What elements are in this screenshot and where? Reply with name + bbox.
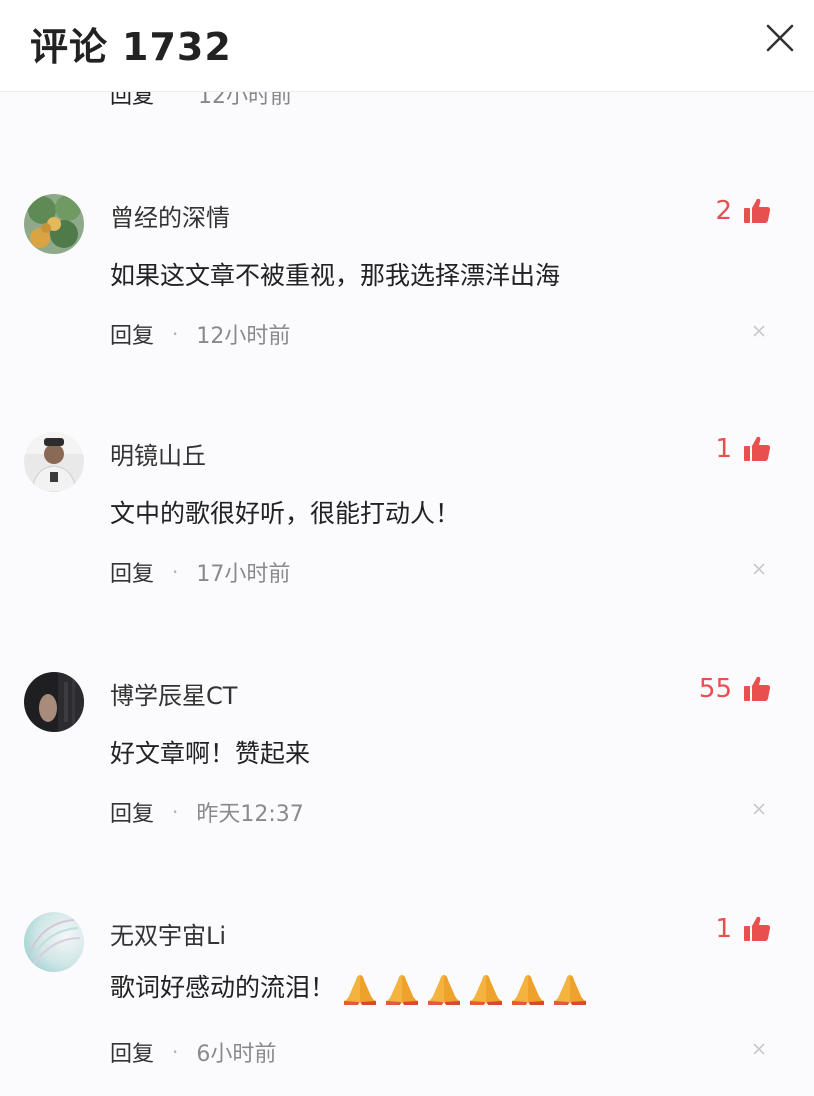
like-button[interactable]: 2 (715, 196, 772, 226)
thumbs-up-icon (744, 916, 771, 941)
thumbs-up-icon (744, 198, 771, 223)
dismiss-button[interactable] (752, 1042, 766, 1056)
comments-panel: 评论 1732 回复 · 12小时前 曾经的深情 2 (0, 0, 814, 1096)
comment-time: 12小时前 (196, 324, 291, 349)
pray-emoji-icon (470, 975, 503, 1005)
username[interactable]: 博学辰星CT (110, 676, 237, 711)
comment-count: 1732 (122, 25, 232, 69)
comment-text: 歌词好感动的流泪！ (110, 968, 589, 1006)
comment-text: 如果这文章不被重视，那我选择漂洋出海 (110, 261, 561, 290)
avatar[interactable] (24, 672, 84, 732)
thumbs-up-icon (744, 676, 771, 701)
pray-emoji-icon (386, 975, 419, 1005)
dismiss-button[interactable] (752, 802, 766, 816)
comment-meta: 回复 · 6小时前 (110, 1036, 276, 1068)
title-label: 评论 (30, 25, 109, 69)
close-button[interactable] (764, 22, 796, 54)
close-icon (753, 803, 765, 815)
reply-link[interactable]: 回复 (110, 1036, 154, 1068)
pray-emoji-icon (554, 975, 587, 1005)
person-photo-avatar-icon (24, 432, 84, 492)
dark-portrait-avatar-icon (24, 672, 84, 732)
page-title: 评论 1732 (30, 16, 232, 71)
meta-separator: · (172, 560, 179, 584)
comment-meta: 回复 · 12小时前 (110, 318, 290, 350)
pray-emoji-icon (512, 975, 545, 1005)
comment-time: 6小时前 (196, 1042, 277, 1067)
like-button[interactable]: 1 (715, 914, 772, 944)
shell-gradient-avatar-icon (24, 912, 84, 972)
meta-separator: · (172, 322, 179, 346)
like-count: 1 (715, 434, 732, 464)
like-count: 2 (715, 196, 732, 226)
dismiss-button[interactable] (752, 562, 766, 576)
comment-item: 无双宇宙Li 1 歌词好感动的流泪！ 回复 · 6小时前 (0, 912, 814, 1096)
username[interactable]: 明镜山丘 (110, 436, 206, 471)
close-icon (753, 325, 765, 337)
avatar[interactable] (24, 432, 84, 492)
meta-separator: · (172, 800, 179, 824)
comment-text-content: 歌词好感动的流泪！ (110, 973, 336, 1002)
comments-header: 评论 1732 (0, 0, 814, 92)
avatar[interactable] (24, 194, 84, 254)
fruit-tree-avatar-icon (24, 194, 84, 254)
pray-emoji-icon (428, 975, 461, 1005)
comment-time: 17小时前 (196, 562, 291, 587)
pray-emoji-icon (344, 975, 377, 1005)
dismiss-button[interactable] (752, 324, 766, 338)
like-button[interactable]: 1 (715, 434, 772, 464)
like-button[interactable]: 55 (699, 674, 772, 704)
comment-time: 昨天12:37 (196, 802, 304, 827)
comment-meta: 回复 · 17小时前 (110, 556, 290, 588)
meta-separator: · (172, 1040, 179, 1064)
username[interactable]: 无双宇宙Li (110, 916, 226, 951)
like-count: 1 (715, 914, 732, 944)
close-icon (753, 1043, 765, 1055)
comment-item: 明镜山丘 1 文中的歌很好听，很能打动人！ 回复 · 17小时前 (0, 432, 814, 632)
username[interactable]: 曾经的深情 (110, 198, 230, 233)
avatar[interactable] (24, 912, 84, 972)
comment-item: 曾经的深情 2 如果这文章不被重视，那我选择漂洋出海 回复 · 12小时前 (0, 194, 814, 394)
close-icon (753, 563, 765, 575)
comment-item: 博学辰星CT 55 好文章啊！赞起来 回复 · 昨天12:37 (0, 672, 814, 872)
reply-link[interactable]: 回复 (110, 796, 154, 828)
reply-link[interactable]: 回复 (110, 556, 154, 588)
comment-text: 文中的歌很好听，很能打动人！ (110, 499, 461, 528)
close-icon (766, 24, 794, 52)
comment-text: 好文章啊！赞起来 (110, 739, 311, 768)
reply-link[interactable]: 回复 (110, 318, 154, 350)
like-count: 55 (698, 674, 732, 704)
thumbs-up-icon (744, 436, 771, 461)
emoji-group (341, 972, 589, 1006)
comment-meta: 回复 · 昨天12:37 (110, 796, 304, 828)
